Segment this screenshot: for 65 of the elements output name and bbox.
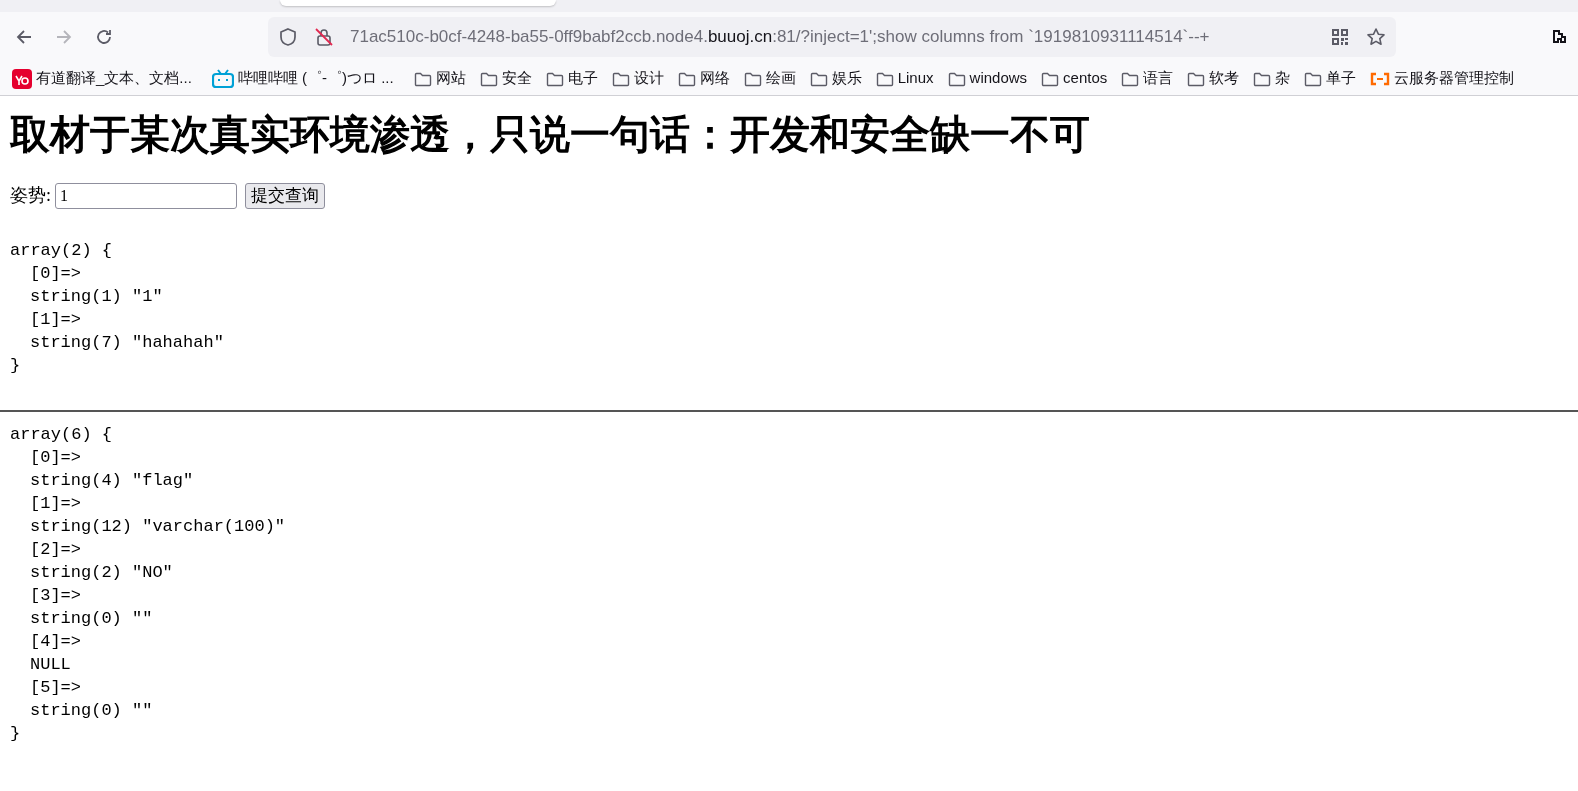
dump-line: [1]=> bbox=[30, 494, 81, 513]
reload-icon[interactable] bbox=[94, 27, 114, 47]
folder-icon bbox=[479, 70, 498, 87]
dump-line: string(0) "" bbox=[30, 609, 153, 628]
shield-icon bbox=[278, 27, 298, 47]
bookmark[interactable]: 语言 bbox=[1121, 67, 1174, 90]
bookmark[interactable]: 软考 bbox=[1187, 67, 1240, 90]
dump-line: [2]=> bbox=[30, 540, 81, 559]
dump-line: string(4) "flag" bbox=[30, 471, 194, 490]
bookmark[interactable]: 绘画 bbox=[743, 67, 796, 90]
dump-line: } bbox=[10, 724, 21, 743]
folder-icon bbox=[1041, 70, 1060, 87]
dump-line: } bbox=[10, 356, 21, 375]
text-input[interactable]: 1 bbox=[55, 182, 237, 209]
tv-icon bbox=[211, 68, 234, 89]
star-icon[interactable] bbox=[1366, 27, 1386, 47]
bookmark[interactable]: 有道翻译_文本、文档... bbox=[12, 67, 192, 90]
address-bar[interactable]: 71ac510c-b0cf-4248-ba55-0ff9babf2ccb.node4.buuoj.cn:81/?inject=1';show columns from `1919810931114514`--+ bbox=[268, 17, 1396, 57]
bookmark[interactable]: windows bbox=[947, 67, 1028, 90]
folder-icon bbox=[809, 70, 828, 87]
folder-icon bbox=[413, 70, 432, 87]
folder-icon bbox=[611, 70, 630, 87]
bookmark[interactable]: 电子 bbox=[545, 67, 598, 90]
dump-line: [4]=> bbox=[30, 632, 81, 651]
folder-icon bbox=[545, 70, 564, 87]
folder-icon bbox=[1121, 70, 1140, 87]
submit-button[interactable]: 提交查询 bbox=[245, 182, 325, 209]
dump-line: string(1) "1" bbox=[30, 287, 163, 306]
bookmark[interactable]: 设计 bbox=[611, 67, 664, 90]
dump-line: [0]=> bbox=[30, 264, 81, 283]
folder-icon bbox=[1253, 70, 1272, 87]
youdao-logo-icon bbox=[12, 68, 32, 89]
insecure-lock-icon bbox=[314, 27, 334, 47]
dump-line: array(6) { bbox=[10, 425, 113, 444]
dump-line: string(0) "" bbox=[30, 701, 153, 720]
dump-line: array(2) { bbox=[10, 241, 113, 260]
folder-icon bbox=[947, 70, 966, 87]
bookmark[interactable]: 安全 bbox=[479, 67, 532, 90]
bookmark[interactable]: 网站 bbox=[413, 67, 466, 90]
bookmark[interactable]: 单子 bbox=[1304, 67, 1357, 90]
bracket-logo-icon bbox=[1370, 70, 1391, 87]
bookmark[interactable]: 娱乐 bbox=[809, 67, 862, 90]
bookmark[interactable]: 杂 bbox=[1253, 67, 1291, 90]
qr-code-icon[interactable] bbox=[1330, 27, 1350, 47]
folder-icon bbox=[677, 70, 696, 87]
bookmark[interactable]: Linux bbox=[875, 67, 934, 90]
field-label: 姿势: bbox=[10, 184, 51, 207]
dump-line: string(7) "hahahah" bbox=[30, 333, 224, 352]
bookmark[interactable]: 网络 bbox=[677, 67, 730, 90]
folder-icon bbox=[875, 70, 894, 87]
folder-icon bbox=[743, 70, 762, 87]
dump-line: [1]=> bbox=[30, 310, 81, 329]
dump-line: [5]=> bbox=[30, 678, 81, 697]
folder-icon bbox=[1304, 70, 1323, 87]
folder-icon bbox=[1187, 70, 1206, 87]
url-text: 71ac510c-b0cf-4248-ba55-0ff9babf2ccb.node4.buuoj.cn:81/?inject=1';show columns from `1919810931114514`--+ bbox=[350, 26, 1211, 49]
dump-line: string(12) "varchar(100)" bbox=[30, 517, 286, 536]
bookmark[interactable]: 哔哩哔哩 (゜-゜)つロ ... bbox=[211, 67, 394, 90]
bookmark[interactable]: centos bbox=[1041, 67, 1108, 90]
dump-line: [3]=> bbox=[30, 586, 81, 605]
dump-line: [0]=> bbox=[30, 448, 81, 467]
dump-line: NULL bbox=[30, 655, 71, 674]
dump-line: string(2) "NO" bbox=[30, 563, 173, 582]
page-title: 取材于某次真实环境渗透，只说一句话：开发和安全缺一不可 bbox=[10, 110, 1091, 158]
bookmark[interactable]: 云服务器管理控制 bbox=[1370, 67, 1515, 90]
